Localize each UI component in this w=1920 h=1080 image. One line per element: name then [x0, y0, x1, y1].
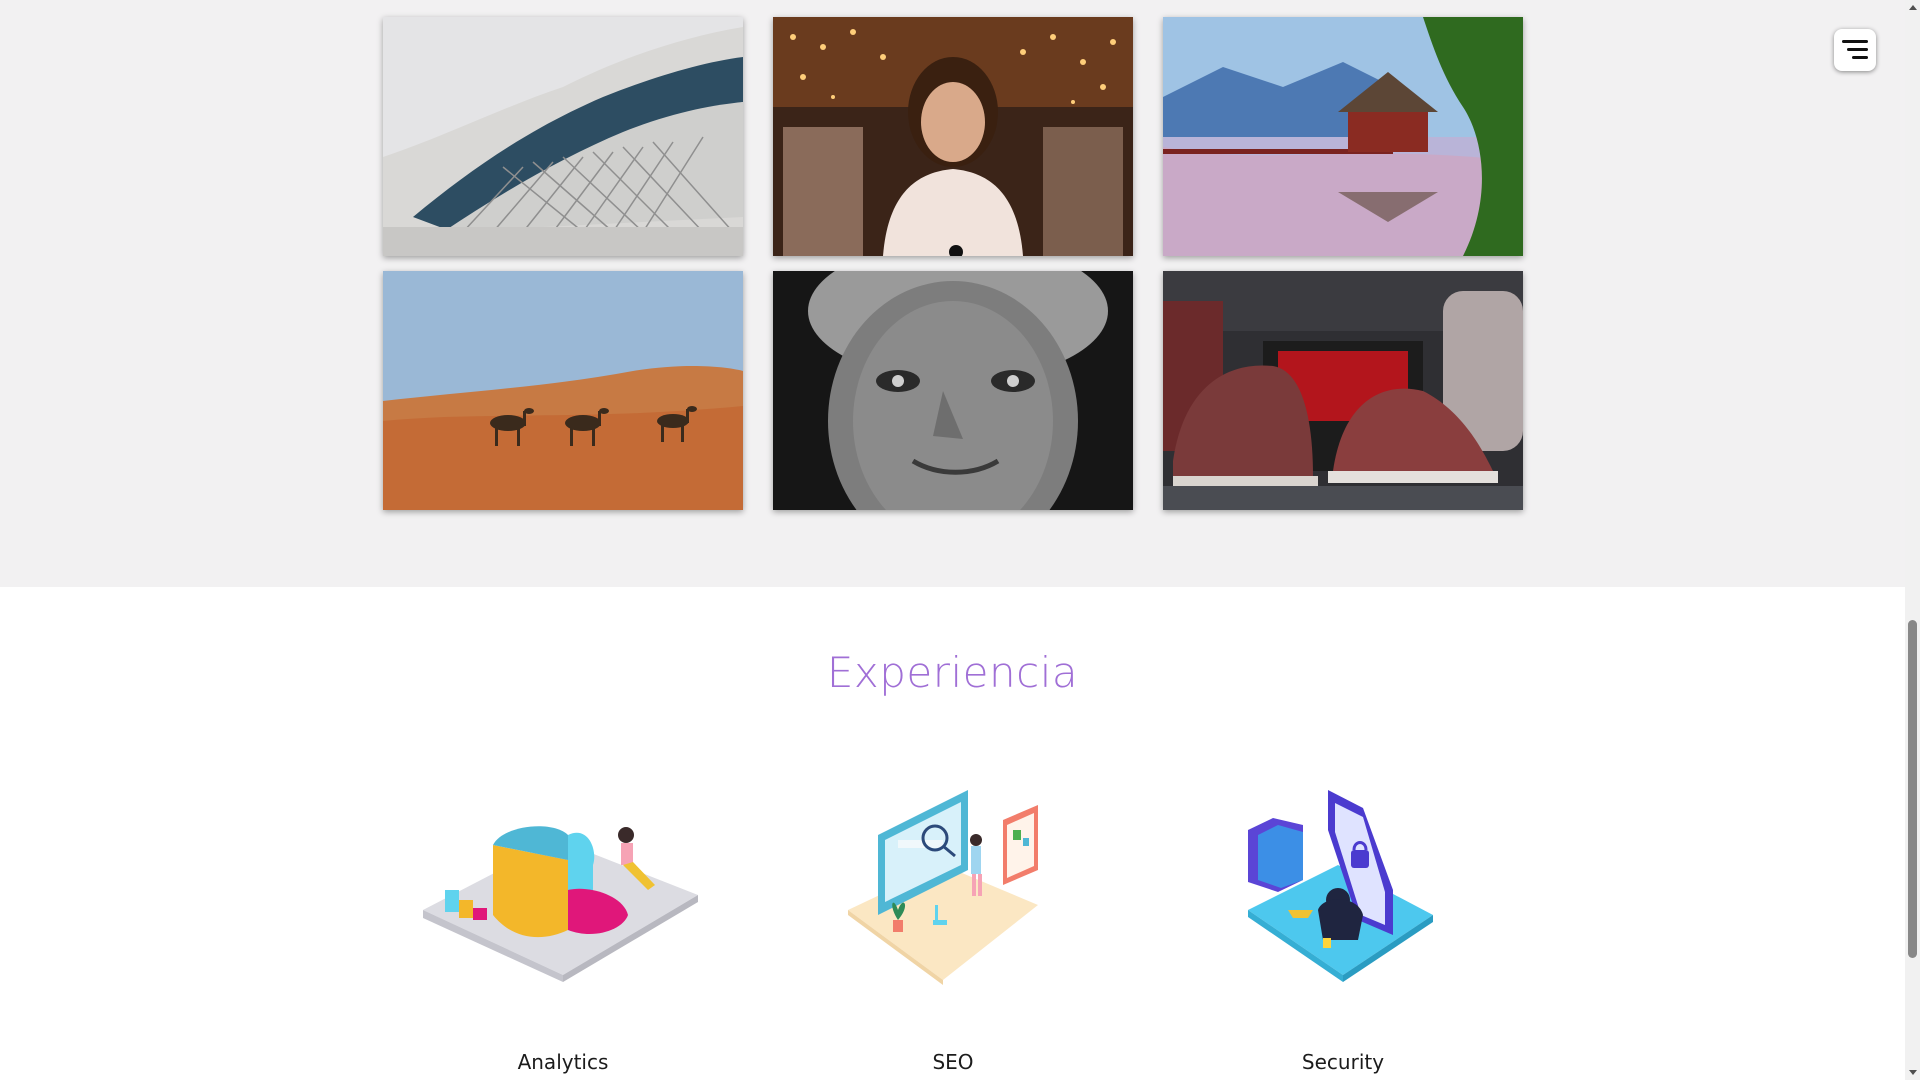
analytics-illustration	[383, 770, 743, 990]
scroll-thumb[interactable]	[1908, 620, 1917, 958]
service-security: Security	[1163, 770, 1523, 1080]
service-analytics: Analytics	[383, 770, 743, 1080]
menu-line-middle	[1847, 48, 1868, 51]
seo-illustration	[773, 770, 1133, 990]
service-label-security: Security	[1301, 1050, 1385, 1074]
scroll-down-arrow-icon[interactable]	[1909, 1070, 1917, 1075]
service-label-seo: SEO	[932, 1050, 974, 1074]
menu-line-bottom	[1852, 56, 1868, 59]
sneakers-photo[interactable]	[1163, 271, 1523, 510]
gallery-section	[0, 0, 1905, 587]
service-seo: SEO	[773, 770, 1133, 1080]
elderly-woman-portrait-photo[interactable]	[773, 271, 1133, 510]
menu-line-top	[1842, 40, 1868, 43]
experience-title: Experiencia	[826, 648, 1079, 697]
vertical-scrollbar[interactable]	[1905, 0, 1920, 1080]
service-label-analytics: Analytics	[517, 1050, 609, 1074]
architecture-photo[interactable]	[383, 17, 743, 256]
security-illustration	[1163, 770, 1523, 990]
desert-camels-photo[interactable]	[383, 271, 743, 510]
gallery-grid	[383, 17, 1524, 510]
lake-house-photo[interactable]	[1163, 17, 1523, 256]
carousel-woman-photo[interactable]	[773, 17, 1133, 256]
scroll-up-arrow-icon[interactable]	[1909, 5, 1917, 10]
hamburger-menu-button[interactable]	[1834, 29, 1876, 71]
